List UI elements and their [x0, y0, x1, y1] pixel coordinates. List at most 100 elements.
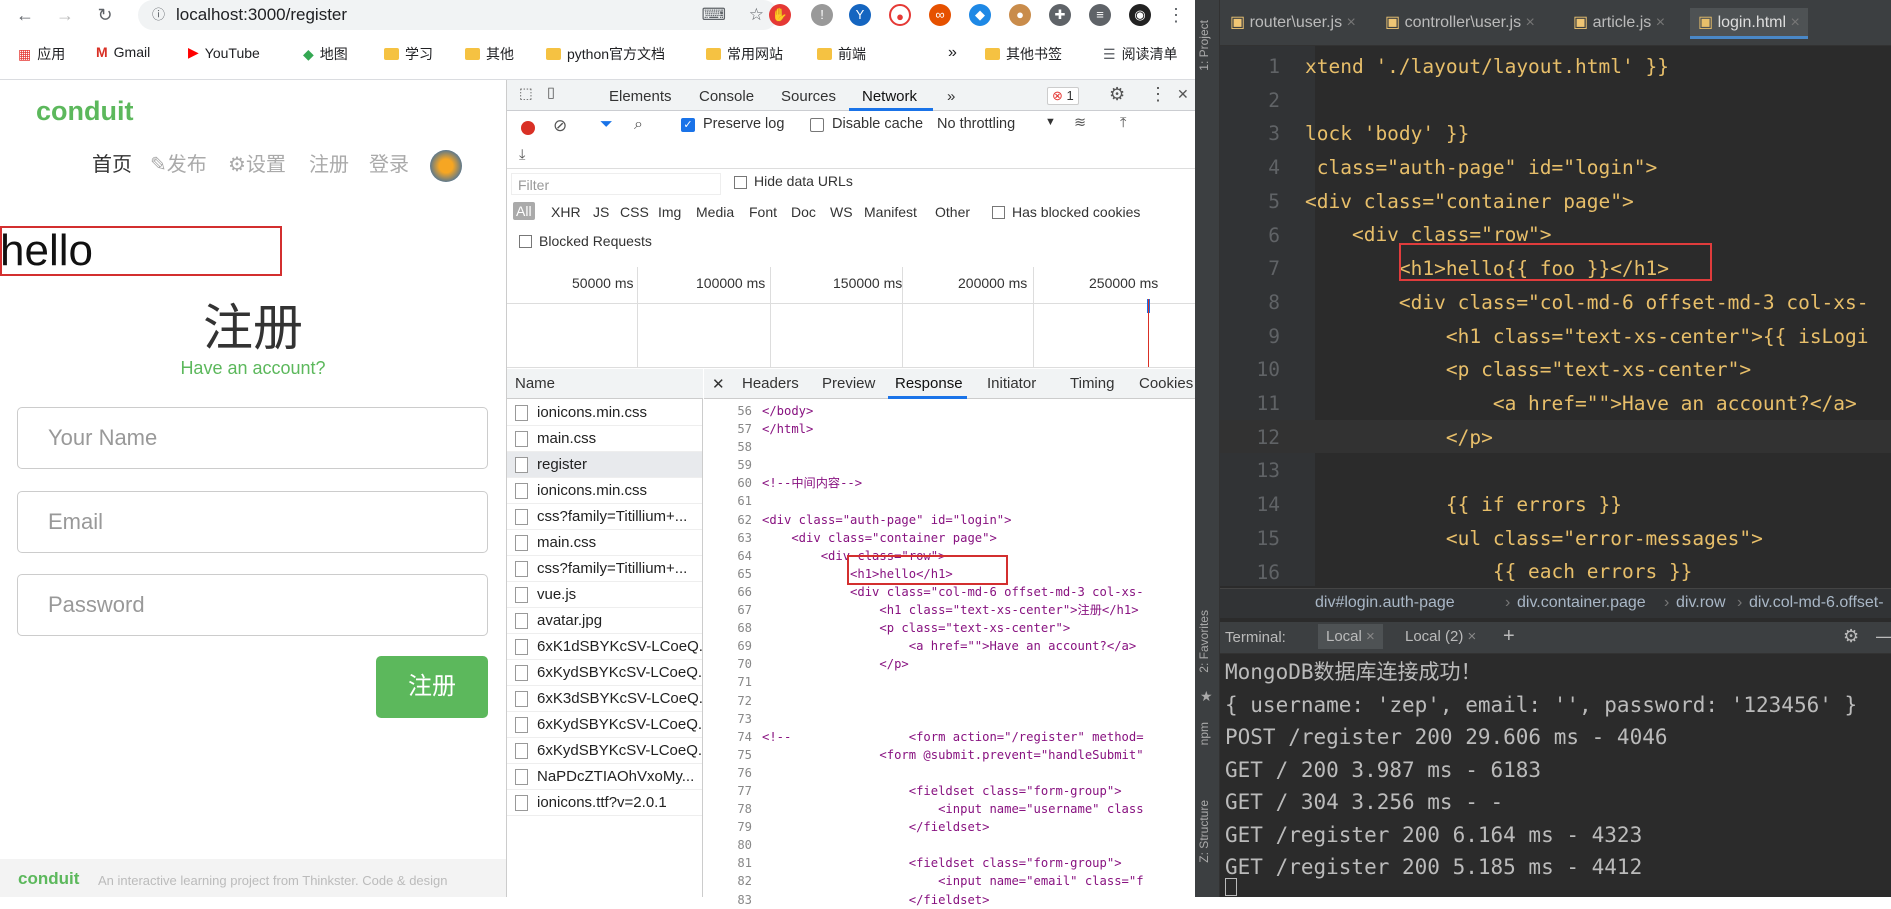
request-row[interactable]: 6xK1dSBYKcSV-LCoeQ... — [507, 634, 702, 660]
export-icon[interactable]: ⤓ — [519, 147, 525, 163]
have-account-link[interactable]: Have an account? — [0, 358, 506, 379]
tab-elements[interactable]: Elements — [609, 88, 672, 105]
tab-cookies[interactable]: Cookies — [1139, 375, 1193, 392]
request-row[interactable]: css?family=Titillium+... — [507, 556, 702, 582]
clear-icon[interactable]: ⊘ — [553, 116, 567, 136]
record-icon[interactable] — [521, 121, 535, 135]
adblock-icon[interactable]: ✋ — [769, 4, 791, 26]
puzzle-icon[interactable]: ✚ — [1049, 4, 1071, 26]
bookmark-folder[interactable]: python官方文档 — [546, 44, 665, 64]
password-field[interactable]: Password — [17, 574, 488, 636]
type-ws[interactable]: WS — [830, 204, 853, 220]
request-row[interactable]: ionicons.min.css — [507, 478, 702, 504]
request-row[interactable]: main.css — [507, 530, 702, 556]
request-row[interactable]: ionicons.min.css — [507, 400, 702, 426]
filter-input[interactable]: Filter — [511, 173, 721, 195]
request-row[interactable]: ionicons.ttf?v=2.0.1 — [507, 790, 702, 816]
close-icon[interactable]: ✕ — [1177, 86, 1189, 103]
bookmark-other[interactable]: 其他书签 — [985, 44, 1062, 64]
star-icon[interactable]: ☆ — [749, 0, 764, 30]
error-badge[interactable]: ⊗ 1 — [1047, 87, 1079, 105]
tab-response[interactable]: Response — [895, 375, 963, 392]
type-img[interactable]: Img — [658, 204, 681, 220]
tab-timing[interactable]: Timing — [1070, 375, 1114, 392]
device-toggle-icon[interactable]: ▯ — [547, 85, 555, 101]
tab-initiator[interactable]: Initiator — [987, 375, 1036, 392]
bookmark-gmail[interactable]: M Gmail — [96, 44, 150, 60]
bookmark-folder[interactable]: 前端 — [817, 44, 866, 64]
request-row[interactable]: 6xKydSBYKcSV-LCoeQ... — [507, 738, 702, 764]
editor-code[interactable]: xtend './layout/layout.html' }} lock 'bo… — [1305, 50, 1891, 589]
throttling-select[interactable]: No throttling — [937, 116, 1015, 132]
close-icon[interactable]: × — [1656, 14, 1665, 31]
bookmark-maps[interactable]: ◆ 地图 — [303, 44, 348, 64]
type-doc[interactable]: Doc — [791, 204, 816, 220]
request-row[interactable]: vue.js — [507, 582, 702, 608]
request-row[interactable]: main.css — [507, 426, 702, 452]
breadcrumb-item[interactable]: div#login.auth-page — [1315, 594, 1455, 612]
extension-y-icon[interactable]: Y — [849, 4, 871, 26]
tab-overflow[interactable]: » — [947, 88, 955, 105]
close-icon[interactable]: × — [1347, 14, 1356, 31]
new-terminal-icon[interactable]: + — [1503, 625, 1515, 648]
close-icon[interactable]: × — [1526, 14, 1535, 31]
type-other[interactable]: Other — [935, 204, 970, 220]
inspect-icon[interactable]: ⬚ — [519, 86, 533, 102]
tab-sources[interactable]: Sources — [781, 88, 836, 105]
back-icon[interactable]: ← — [14, 4, 36, 26]
bookmark-folder[interactable]: 学习 — [384, 44, 433, 64]
type-xhr[interactable]: XHR — [551, 204, 581, 220]
info-icon[interactable]: ⓘ — [152, 0, 165, 30]
breadcrumb-item[interactable]: div.col-md-6.offset- — [1749, 594, 1884, 612]
structure-tool[interactable]: Z: Structure — [1197, 800, 1211, 863]
extension-hex-icon[interactable]: ◆ — [969, 4, 991, 26]
minimize-icon[interactable]: — — [1876, 626, 1891, 647]
import-icon[interactable]: ⤒ — [1120, 115, 1126, 131]
chevron-down-icon[interactable]: ▼ — [1045, 116, 1056, 128]
footer-brand[interactable]: conduit — [18, 869, 79, 889]
bookmark-reading-list[interactable]: ☰ 阅读清单 — [1103, 44, 1178, 64]
tab-router-user[interactable]: ▣ router\user.js × — [1230, 12, 1356, 32]
bookmark-folder[interactable]: 其他 — [465, 44, 514, 64]
nav-register[interactable]: 注册 — [309, 148, 349, 177]
type-manifest[interactable]: Manifest — [864, 204, 917, 220]
tab-headers[interactable]: Headers — [742, 375, 799, 392]
filter-icon[interactable]: ⏷ — [600, 116, 613, 134]
avatar[interactable] — [430, 150, 462, 182]
favorites-tool[interactable]: 2: Favorites — [1197, 610, 1211, 673]
type-css[interactable]: CSS — [620, 204, 649, 220]
bookmark-youtube[interactable]: ▶ YouTube — [188, 44, 260, 61]
name-field[interactable]: Your Name — [17, 407, 488, 469]
blocked-requests-checkbox[interactable] — [519, 235, 532, 248]
bookmark-apps[interactable]: ▦ 应用 — [18, 44, 65, 64]
tab-preview[interactable]: Preview — [822, 375, 875, 392]
request-row[interactable]: NaPDcZTIAOhVxoMy... — [507, 764, 702, 790]
more-icon[interactable]: ⋮ — [1149, 84, 1167, 105]
close-icon[interactable]: × — [1366, 628, 1375, 645]
tab-article[interactable]: ▣ article.js × — [1573, 12, 1665, 32]
nav-home[interactable]: 首页 — [92, 148, 132, 177]
nav-settings[interactable]: ⚙设置 — [228, 148, 286, 177]
breadcrumb-item[interactable]: div.row — [1676, 594, 1726, 612]
project-tool[interactable]: 1: Project — [1197, 20, 1211, 71]
request-row[interactable]: 6xK3dSBYKcSV-LCoeQ... — [507, 686, 702, 712]
bookmark-overflow[interactable]: » — [948, 44, 957, 62]
hide-data-urls-checkbox[interactable] — [734, 176, 747, 189]
search-icon[interactable]: ⌕ — [634, 116, 643, 134]
tab-login-html[interactable]: ▣ login.html × — [1690, 8, 1808, 39]
preserve-log-checkbox[interactable]: ✓ — [681, 118, 695, 132]
extension-glasses-icon[interactable]: ∞ — [929, 4, 951, 26]
settings-gear-icon[interactable]: ⚙ — [1109, 84, 1125, 105]
request-row[interactable]: 6xKydSBYKcSV-LCoeQ... — [507, 660, 702, 686]
brand-logo[interactable]: conduit — [36, 96, 133, 127]
nav-publish[interactable]: ✎发布 — [150, 148, 207, 177]
npm-tool[interactable]: npm — [1197, 722, 1211, 745]
nav-login[interactable]: 登录 — [369, 148, 409, 177]
request-row[interactable]: register — [507, 452, 702, 478]
tab-controller-user[interactable]: ▣ controller\user.js × — [1385, 12, 1535, 32]
type-all[interactable]: All — [513, 202, 535, 220]
terminal-tab-local-2[interactable]: Local (2) × — [1405, 628, 1476, 645]
address-bar[interactable]: ⓘ localhost:3000/register ⌨ ☆ — [138, 0, 778, 30]
breadcrumb-item[interactable]: div.container.page — [1517, 594, 1646, 612]
close-icon[interactable]: × — [1468, 628, 1477, 645]
